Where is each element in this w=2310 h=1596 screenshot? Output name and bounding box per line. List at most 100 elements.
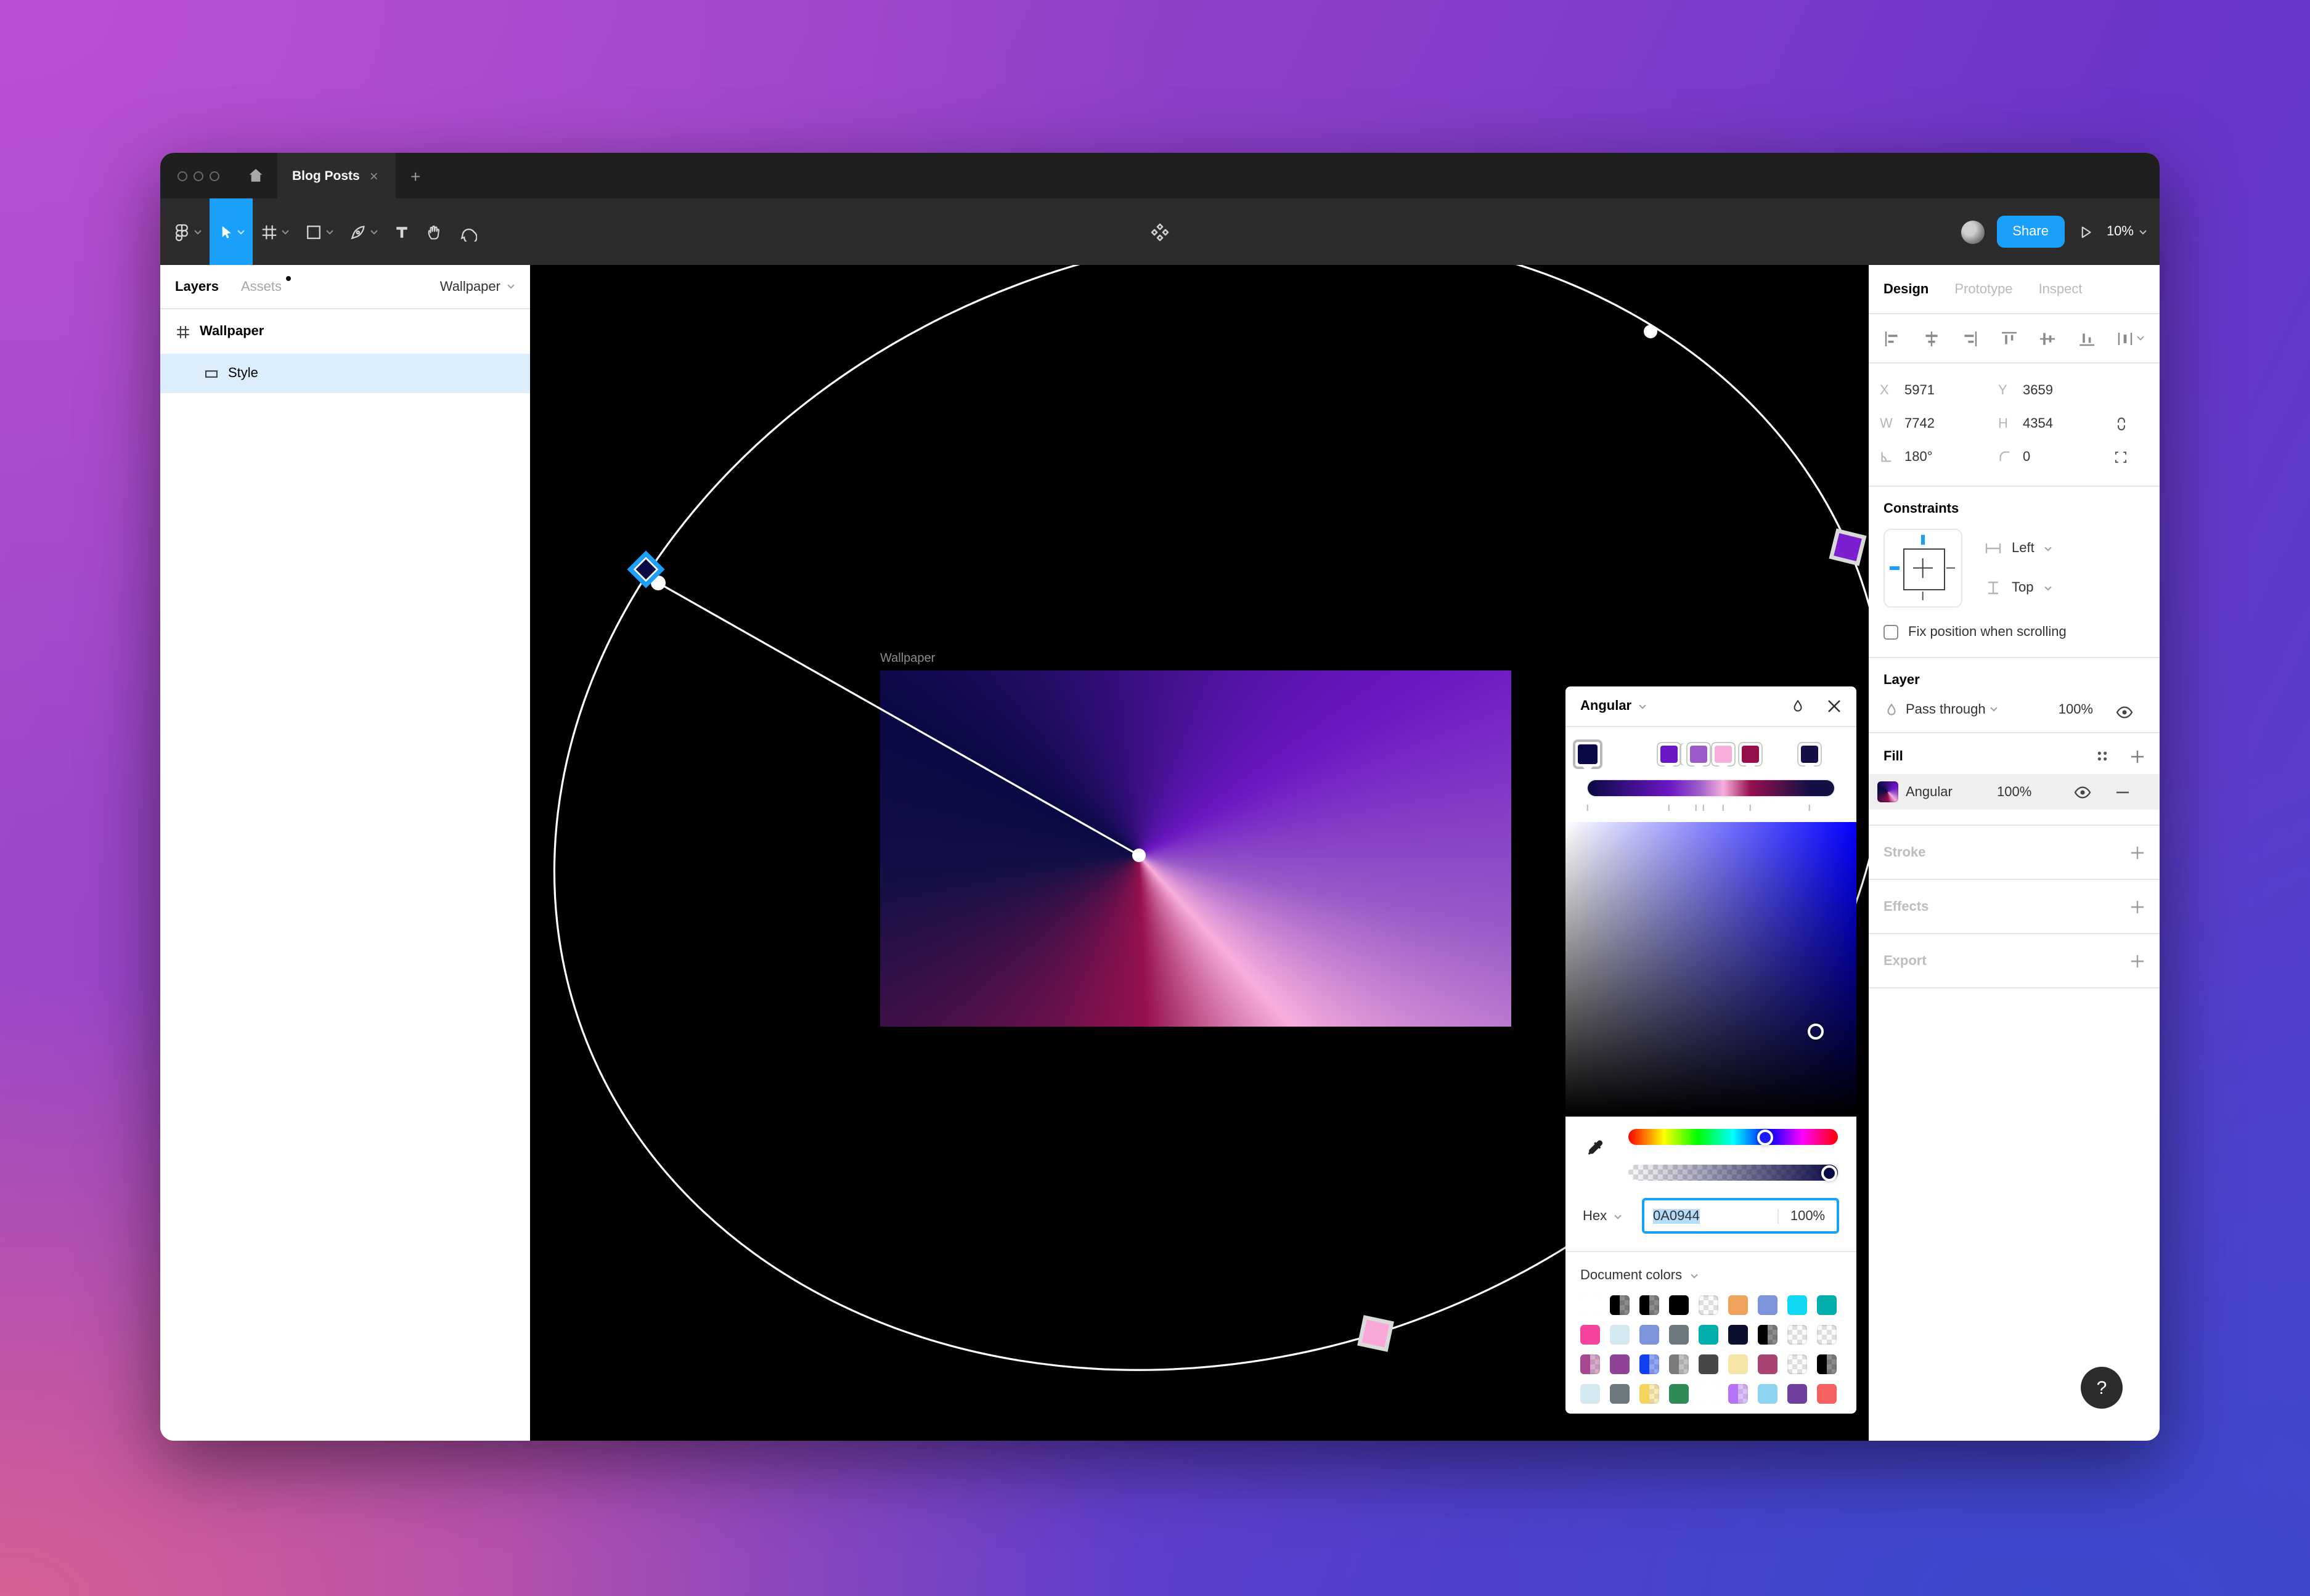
close-window-icon[interactable]: [178, 171, 187, 181]
corner-radius-input[interactable]: 0: [2023, 449, 2030, 464]
remove-fill-icon[interactable]: [2115, 784, 2130, 799]
constraints-widget[interactable]: [1884, 529, 1962, 608]
align-vertical-center-icon[interactable]: [2039, 330, 2056, 347]
shape-tool-button[interactable]: [297, 198, 341, 265]
tab-prototype[interactable]: Prototype: [1954, 282, 2012, 296]
main-menu-button[interactable]: [165, 198, 210, 265]
blend-mode-dropdown[interactable]: Pass through: [1906, 702, 1998, 717]
document-color-swatch[interactable]: [1669, 1384, 1689, 1404]
tab-blog-posts[interactable]: Blog Posts ×: [277, 153, 396, 198]
hand-tool-button[interactable]: [418, 198, 451, 265]
fill-row-angular[interactable]: Angular 100%: [1869, 774, 2160, 810]
layer-row-wallpaper[interactable]: Wallpaper: [160, 309, 530, 354]
close-icon[interactable]: [1827, 699, 1842, 714]
document-color-swatch[interactable]: [1669, 1354, 1689, 1374]
document-color-swatch[interactable]: [1817, 1384, 1837, 1404]
fill-opacity-input[interactable]: 100%: [1997, 784, 2031, 799]
constraint-left-tick[interactable]: [1890, 566, 1900, 570]
gradient-node-handle[interactable]: [1644, 325, 1657, 338]
color-format-dropdown[interactable]: Hex: [1583, 1209, 1622, 1224]
text-tool-button[interactable]: [386, 198, 418, 265]
rotation-input[interactable]: 180°: [1904, 449, 1933, 464]
tab-design[interactable]: Design: [1884, 282, 1928, 296]
blend-droplet-icon[interactable]: [1790, 698, 1806, 715]
align-right-icon[interactable]: [1961, 330, 1978, 347]
fill-styles-icon[interactable]: [2094, 748, 2110, 764]
distribute-dropdown[interactable]: [2116, 330, 2145, 347]
document-color-swatch[interactable]: [1758, 1295, 1777, 1315]
purple-stop-handle[interactable]: [1831, 531, 1864, 563]
document-color-swatch[interactable]: [1610, 1325, 1630, 1345]
document-color-swatch[interactable]: [1817, 1325, 1837, 1345]
minimize-window-icon[interactable]: [194, 171, 203, 181]
gradient-stop[interactable]: [1797, 742, 1822, 767]
hue-slider[interactable]: [1628, 1129, 1838, 1145]
document-color-swatch[interactable]: [1817, 1295, 1837, 1315]
document-colors-header[interactable]: Document colors: [1565, 1252, 1856, 1293]
document-color-swatch[interactable]: [1787, 1295, 1807, 1315]
document-color-swatch[interactable]: [1699, 1325, 1718, 1345]
zoom-level-dropdown[interactable]: 10%: [2107, 224, 2147, 239]
y-input[interactable]: 3659: [2023, 383, 2053, 397]
document-color-swatch[interactable]: [1728, 1384, 1748, 1404]
document-color-swatch[interactable]: [1728, 1354, 1748, 1374]
traffic-lights[interactable]: [160, 153, 219, 198]
pen-tool-button[interactable]: [341, 198, 386, 265]
vertical-constraint-dropdown[interactable]: Top: [1985, 580, 2053, 595]
help-button[interactable]: ?: [2081, 1367, 2123, 1409]
layer-opacity-input[interactable]: 100%: [2056, 702, 2093, 717]
hue-slider-thumb[interactable]: [1757, 1129, 1773, 1145]
document-color-swatch[interactable]: [1787, 1325, 1807, 1345]
eyedropper-icon[interactable]: [1585, 1138, 1605, 1157]
document-color-swatch[interactable]: [1787, 1384, 1807, 1404]
page-selector[interactable]: Wallpaper: [440, 279, 515, 294]
align-bottom-icon[interactable]: [2078, 330, 2095, 347]
gradient-stop[interactable]: [1686, 742, 1711, 767]
document-color-swatch[interactable]: [1669, 1325, 1689, 1345]
gradient-stop[interactable]: [1657, 742, 1681, 767]
opacity-input[interactable]: 100%: [1777, 1208, 1837, 1223]
document-color-swatch[interactable]: [1610, 1384, 1630, 1404]
comment-tool-button[interactable]: [451, 198, 484, 265]
document-color-swatch[interactable]: [1639, 1354, 1659, 1374]
document-color-swatch[interactable]: [1758, 1354, 1777, 1374]
tab-inspect[interactable]: Inspect: [2039, 282, 2083, 296]
document-color-swatch[interactable]: [1610, 1295, 1630, 1315]
gradient-stop[interactable]: [1738, 742, 1763, 767]
gradient-stop[interactable]: [1573, 739, 1602, 769]
add-stroke-icon[interactable]: [2130, 845, 2145, 860]
document-color-swatch[interactable]: [1817, 1354, 1837, 1374]
home-button[interactable]: [234, 153, 277, 198]
move-tool-button[interactable]: [210, 198, 253, 265]
fill-swatch[interactable]: [1877, 781, 1898, 802]
align-top-icon[interactable]: [2000, 330, 2017, 347]
add-fill-icon[interactable]: [2130, 749, 2145, 763]
document-color-swatch[interactable]: [1728, 1295, 1748, 1315]
document-color-swatch[interactable]: [1699, 1384, 1718, 1404]
user-avatar[interactable]: [1961, 220, 1984, 243]
layer-visibility-eye-icon[interactable]: [2115, 704, 2134, 720]
fix-position-checkbox[interactable]: [1884, 625, 1898, 640]
tab-assets[interactable]: Assets: [241, 279, 282, 294]
fill-type-value[interactable]: Angular: [1906, 784, 1953, 799]
document-color-swatch[interactable]: [1758, 1325, 1777, 1345]
w-input[interactable]: 7742: [1904, 416, 1935, 431]
document-color-swatch[interactable]: [1787, 1354, 1807, 1374]
document-color-swatch[interactable]: [1580, 1325, 1600, 1345]
add-export-icon[interactable]: [2130, 953, 2145, 968]
hex-input[interactable]: 0A0944: [1644, 1208, 1777, 1223]
gradient-center-handle[interactable]: [1132, 849, 1146, 862]
document-color-swatch[interactable]: [1699, 1354, 1718, 1374]
constrain-proportions-icon[interactable]: [2113, 414, 2130, 433]
document-color-swatch[interactable]: [1639, 1295, 1659, 1315]
document-color-swatch[interactable]: [1758, 1384, 1777, 1404]
color-field[interactable]: [1565, 822, 1856, 1117]
horizontal-constraint-dropdown[interactable]: Left: [1985, 541, 2053, 556]
add-effect-icon[interactable]: [2130, 899, 2145, 914]
document-color-swatch[interactable]: [1728, 1325, 1748, 1345]
alpha-slider[interactable]: [1628, 1165, 1838, 1181]
gradient-type-dropdown[interactable]: Angular: [1580, 699, 1631, 714]
document-color-swatch[interactable]: [1610, 1354, 1630, 1374]
new-tab-button[interactable]: +: [396, 153, 435, 198]
align-left-icon[interactable]: [1884, 330, 1901, 347]
